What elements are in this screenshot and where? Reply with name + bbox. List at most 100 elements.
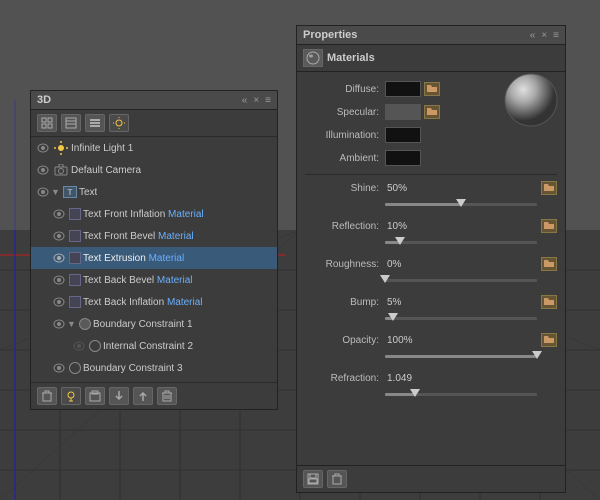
panel-3d-menu-icon[interactable]: ≡ bbox=[265, 95, 271, 106]
toolbar-grid-icon[interactable] bbox=[37, 114, 57, 132]
prop-collapse-icon[interactable]: « bbox=[530, 30, 536, 41]
eye-icon[interactable] bbox=[51, 360, 67, 376]
material-icon bbox=[69, 252, 81, 264]
eye-icon[interactable] bbox=[51, 250, 67, 266]
bump-label: Bump: bbox=[305, 297, 385, 308]
layer-name: Text Front Inflation Material bbox=[83, 209, 204, 220]
layer-name: Text bbox=[79, 187, 97, 198]
panel-3d-header-icons: « × ≡ bbox=[242, 95, 271, 106]
material-icon bbox=[69, 208, 81, 220]
reflection-label: Reflection: bbox=[305, 221, 385, 232]
prop-save-icon[interactable] bbox=[303, 470, 323, 488]
footer-new-layer-icon[interactable] bbox=[85, 387, 105, 405]
opacity-slider[interactable] bbox=[305, 349, 557, 363]
prop-close-icon[interactable]: × bbox=[541, 30, 547, 41]
eye-icon[interactable] bbox=[51, 294, 67, 310]
toolbar-light-icon[interactable] bbox=[109, 114, 129, 132]
shine-value: 50% bbox=[387, 183, 423, 194]
prop-menu-icon[interactable]: ≡ bbox=[553, 30, 559, 41]
expand-arrow[interactable]: ▼ bbox=[51, 187, 59, 197]
illumination-swatch[interactable] bbox=[385, 127, 421, 143]
toolbar-layers-icon[interactable] bbox=[85, 114, 105, 132]
footer-light-icon[interactable] bbox=[61, 387, 81, 405]
specular-label: Specular: bbox=[305, 107, 385, 118]
layer-item[interactable]: Text Extrusion Material bbox=[31, 247, 277, 269]
layer-item[interactable]: Text Back Bevel Material bbox=[31, 269, 277, 291]
roughness-label: Roughness: bbox=[305, 259, 385, 270]
footer-arrow-down-icon[interactable] bbox=[109, 387, 129, 405]
eye-icon[interactable] bbox=[35, 184, 51, 200]
roughness-slider[interactable] bbox=[305, 273, 557, 287]
footer-arrow-up-icon[interactable] bbox=[133, 387, 153, 405]
panel-3d-footer bbox=[31, 382, 277, 409]
bump-folder-icon[interactable] bbox=[541, 295, 557, 309]
panel-3d-toolbar bbox=[31, 110, 277, 137]
prop-delete-icon[interactable] bbox=[327, 470, 347, 488]
footer-trash-icon[interactable] bbox=[37, 387, 57, 405]
eye-icon[interactable] bbox=[51, 206, 67, 222]
toolbar-table-icon[interactable] bbox=[61, 114, 81, 132]
specular-swatch[interactable] bbox=[385, 104, 421, 120]
eye-icon[interactable] bbox=[35, 140, 51, 156]
layer-name: Internal Constraint 2 bbox=[103, 341, 193, 352]
sun-icon bbox=[53, 140, 69, 156]
bump-slider[interactable] bbox=[305, 311, 557, 325]
opacity-folder-icon[interactable] bbox=[541, 333, 557, 347]
opacity-label: Opacity: bbox=[305, 335, 385, 346]
constraint-inner-icon bbox=[89, 340, 101, 352]
shine-label: Shine: bbox=[305, 183, 385, 194]
layer-item[interactable]: Default Camera bbox=[31, 159, 277, 181]
layer-item[interactable]: Infinite Light 1 bbox=[31, 137, 277, 159]
layer-name: Text Back Inflation Material bbox=[83, 297, 203, 308]
roughness-folder-icon[interactable] bbox=[541, 257, 557, 271]
layer-item[interactable]: ▼ Boundary Constraint 1 bbox=[31, 313, 277, 335]
ambient-swatch[interactable] bbox=[385, 150, 421, 166]
prop-body: Diffuse: Specular: Illumination: Ambient… bbox=[297, 72, 565, 465]
layer-list: Infinite Light 1 Default Camera ▼ T Text bbox=[31, 137, 277, 382]
layer-name: Boundary Constraint 3 bbox=[83, 363, 183, 374]
layer-item[interactable]: Text Front Bevel Material bbox=[31, 225, 277, 247]
eye-icon[interactable] bbox=[51, 228, 67, 244]
eye-icon[interactable] bbox=[51, 272, 67, 288]
panel-3d-title: 3D bbox=[37, 94, 51, 106]
reflection-slider[interactable] bbox=[305, 235, 557, 249]
layer-item[interactable]: Internal Constraint 2 bbox=[31, 335, 277, 357]
roughness-value: 0% bbox=[387, 259, 423, 270]
prop-header-icons: « × ≡ bbox=[530, 30, 559, 41]
expand-arrow[interactable]: ▼ bbox=[67, 319, 75, 329]
layer-name: Text Extrusion Material bbox=[83, 253, 184, 264]
panel-3d-collapse-icon[interactable]: « bbox=[242, 95, 248, 106]
panel-3d-header: 3D « × ≡ bbox=[31, 91, 277, 110]
panel-3d: 3D « × ≡ Infinite Light 1 bbox=[30, 90, 278, 410]
layer-item[interactable]: Boundary Constraint 3 bbox=[31, 357, 277, 379]
material-icon bbox=[69, 274, 81, 286]
layer-item[interactable]: Text Front Inflation Material bbox=[31, 203, 277, 225]
eye-icon[interactable] bbox=[51, 316, 67, 332]
opacity-row: Opacity: 100% bbox=[305, 331, 557, 363]
diffuse-label: Diffuse: bbox=[305, 84, 385, 95]
diffuse-swatch[interactable] bbox=[385, 81, 421, 97]
eye-icon[interactable] bbox=[71, 338, 87, 354]
bump-row: Bump: 5% bbox=[305, 293, 557, 325]
layer-name: Infinite Light 1 bbox=[71, 143, 133, 154]
reflection-value: 10% bbox=[387, 221, 423, 232]
materials-tab-label[interactable]: Materials bbox=[327, 52, 375, 64]
specular-folder-icon[interactable] bbox=[424, 105, 440, 119]
divider bbox=[305, 174, 557, 175]
sphere-preview bbox=[503, 72, 559, 128]
layer-item[interactable]: ▼ T Text bbox=[31, 181, 277, 203]
shine-folder-icon[interactable] bbox=[541, 181, 557, 195]
reflection-folder-icon[interactable] bbox=[541, 219, 557, 233]
panel-3d-close-icon[interactable]: × bbox=[253, 95, 259, 106]
prop-title: Properties bbox=[303, 29, 357, 41]
shine-slider[interactable] bbox=[305, 197, 557, 211]
layer-name: Text Front Bevel Material bbox=[83, 231, 194, 242]
constraint-icon bbox=[69, 362, 81, 374]
eye-icon[interactable] bbox=[35, 162, 51, 178]
diffuse-folder-icon[interactable] bbox=[424, 82, 440, 96]
refraction-slider[interactable] bbox=[305, 387, 557, 401]
layer-item[interactable]: Text Back Inflation Material bbox=[31, 291, 277, 313]
footer-delete-icon[interactable] bbox=[157, 387, 177, 405]
refraction-value: 1.049 bbox=[387, 373, 423, 384]
materials-tab-icon[interactable] bbox=[303, 49, 323, 67]
